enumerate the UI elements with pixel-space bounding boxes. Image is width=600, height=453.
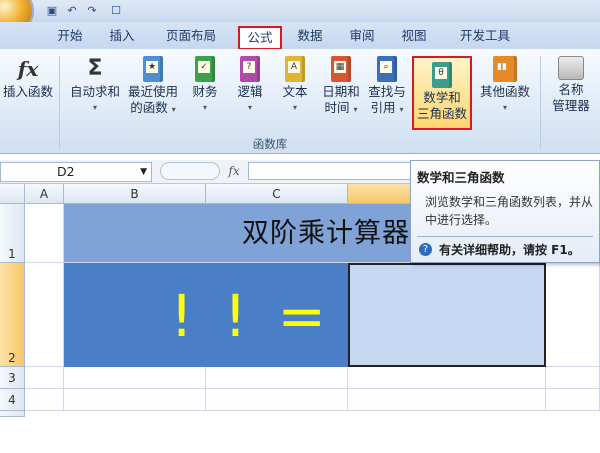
select-all-corner[interactable] (0, 184, 25, 204)
fx-icon[interactable]: fx (224, 162, 244, 180)
logic-book-icon: ? (240, 56, 260, 82)
calendar-book-icon: ▦ (331, 56, 351, 82)
tab-insert[interactable]: 插入 (100, 26, 144, 46)
row-header-5[interactable] (0, 411, 25, 417)
quick-access-icon[interactable]: ☐ (104, 2, 128, 18)
logical-button[interactable]: ? 逻辑 ▾ (231, 52, 269, 132)
save-icon[interactable]: ▣ (44, 2, 60, 18)
tooltip-help-separator (417, 236, 593, 237)
text-button[interactable]: A 文本 ▾ (276, 52, 314, 132)
more-functions-button[interactable]: ▮▮ 其他函数 ▾ (476, 52, 534, 132)
name-manager-icon (558, 56, 584, 80)
tab-formulas[interactable]: 公式 (238, 26, 282, 50)
chevron-down-icon: ▾ (292, 103, 297, 112)
insert-function-button[interactable]: fx 插入函数 (0, 52, 56, 132)
column-header-a[interactable]: A (25, 184, 64, 204)
tab-home[interactable]: 开始 (48, 26, 92, 46)
row-header-4[interactable]: 4 (0, 389, 25, 411)
fx-icon: fx (17, 57, 39, 81)
financial-button[interactable]: ✓ 财务 ▾ (186, 52, 224, 132)
name-box[interactable]: D2 ▼ (0, 162, 152, 182)
undo-icon[interactable]: ↶ (64, 2, 80, 18)
more-books-icon: ▮▮ (493, 56, 517, 82)
tab-data[interactable]: 数据 (288, 26, 332, 46)
tab-page-layout[interactable]: 页面布局 (152, 26, 230, 46)
tab-view[interactable]: 视图 (392, 26, 436, 46)
row-header-2[interactable]: 2 (0, 263, 25, 367)
cell-e2[interactable] (546, 263, 600, 367)
chevron-down-icon: ▾ (202, 103, 207, 112)
chevron-down-icon: ▾ (502, 103, 507, 112)
lookup-reference-button[interactable]: ⌕ 查找与 引用 ▾ (364, 52, 410, 132)
cell-a4[interactable] (25, 389, 64, 411)
cell-a3[interactable] (25, 367, 64, 389)
autosum-button[interactable]: Σ 自动求和 ▾ (64, 52, 126, 132)
tooltip-body: 浏览数学和三角函数列表，并从中进行选择。 (425, 195, 594, 227)
chevron-down-icon: ▾ (247, 103, 252, 112)
help-icon: ? (419, 243, 432, 256)
cell-a2[interactable] (25, 263, 64, 367)
date-time-button[interactable]: ▦ 日期和 时间 ▾ (318, 52, 364, 132)
chevron-down-icon: ▾ (92, 103, 97, 112)
tooltip: 数学和三角函数 浏览数学和三角函数列表，并从中进行选择。 ? 有关详细帮助，请按… (410, 160, 600, 263)
cell-d4[interactable] (348, 389, 546, 411)
tab-developer[interactable]: 开发工具 (446, 26, 524, 46)
row-header-3[interactable]: 3 (0, 367, 25, 389)
cell-c3[interactable] (206, 367, 348, 389)
chevron-down-icon: ▾ (399, 105, 404, 114)
tooltip-title: 数学和三角函数 (417, 170, 505, 185)
text-book-icon: A (285, 56, 305, 82)
tooltip-help-text: 有关详细帮助，请按 F1。 (439, 243, 580, 257)
cell-a1[interactable] (25, 204, 64, 263)
redo-icon[interactable]: ↷ (84, 2, 100, 18)
row-header-1[interactable]: 1 (0, 204, 25, 263)
cell-e4[interactable] (546, 389, 600, 411)
separator (59, 56, 60, 148)
chevron-down-icon: ▾ (171, 105, 176, 114)
cell-b4[interactable] (64, 389, 206, 411)
tab-review[interactable]: 审阅 (340, 26, 384, 46)
finance-book-icon: ✓ (195, 56, 215, 82)
column-header-b[interactable]: B (64, 184, 206, 204)
recent-functions-button[interactable]: ★ 最近使用 的函数 ▾ (124, 52, 182, 132)
group-label-function-library: 函数库 (252, 137, 288, 151)
formula-expand-handle[interactable] (160, 162, 220, 180)
column-header-c[interactable]: C (206, 184, 348, 204)
chevron-down-icon: ▾ (353, 105, 358, 114)
result-cell-d2[interactable] (348, 263, 546, 367)
star-book-icon: ★ (143, 56, 163, 82)
math-trig-button[interactable]: θ 数学和 三角函数 (412, 56, 472, 130)
title-bar: ▣ ↶ ↷ ☐ (0, 0, 600, 34)
cell-d3[interactable] (348, 367, 546, 389)
cell-c4[interactable] (206, 389, 348, 411)
lookup-book-icon: ⌕ (377, 56, 397, 82)
formula-label-cell[interactable]: ! ! = (64, 263, 348, 367)
title-merged-cell[interactable]: 双阶乘计算器 (64, 204, 410, 263)
name-manager-button[interactable]: 名称 管理器 (545, 52, 597, 132)
cell-e3[interactable] (546, 367, 600, 389)
cell-b3[interactable] (64, 367, 206, 389)
math-book-icon: θ (432, 62, 452, 88)
chevron-down-icon: ▼ (140, 167, 147, 177)
sigma-icon: Σ (87, 56, 103, 81)
separator (540, 56, 541, 148)
ribbon-tabs: 开始 插入 页面布局 公式 数据 审阅 视图 开发工具 (0, 22, 600, 50)
